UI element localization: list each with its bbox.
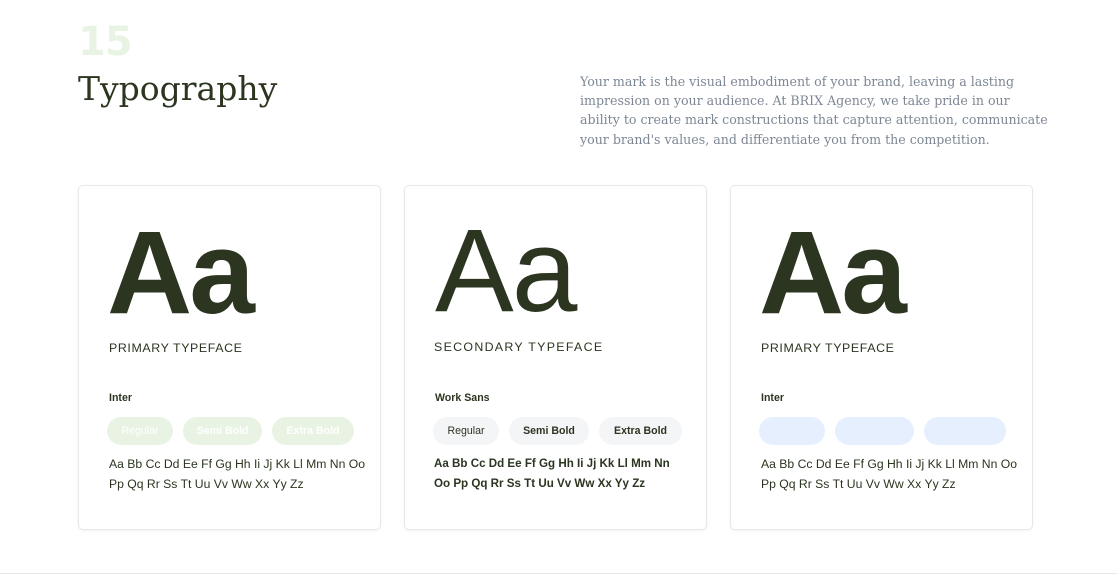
weight-semibold-pill: Semi Bold xyxy=(183,417,262,445)
font-weights xyxy=(759,417,1006,445)
alphabet-sample: Aa Bb Cc Dd Ee Ff Gg Hh Ii Jj Kk Ll Mm N… xyxy=(109,457,366,491)
font-name: Work Sans xyxy=(435,392,490,404)
typeface-label: PRIMARY TYPEFACE xyxy=(761,341,895,355)
weight-regular-pill: Regular xyxy=(433,417,499,445)
font-name: Inter xyxy=(761,392,784,404)
font-name: Inter xyxy=(109,392,132,404)
typeface-card-primary-alt: Aa PRIMARY TYPEFACE Inter Aa Bb Cc Dd Ee… xyxy=(730,185,1033,530)
weight-regular-pill xyxy=(759,417,825,445)
page-title: Typography xyxy=(78,69,278,108)
weight-semibold-pill xyxy=(835,417,914,445)
font-weights: Regular Semi Bold Extra Bold xyxy=(433,417,682,445)
intro-paragraph: Your mark is the visual embodiment of yo… xyxy=(580,74,1048,147)
typeface-specimen: Aa xyxy=(435,205,577,337)
typeface-card-secondary: Aa SECONDARY TYPEFACE Work Sans Regular … xyxy=(404,185,707,530)
typeface-specimen: Aa xyxy=(107,207,255,339)
alphabet-sample: Aa Bb Cc Dd Ee Ff Gg Hh Ii Jj Kk Ll Mm N… xyxy=(434,457,670,490)
alphabet-sample: Aa Bb Cc Dd Ee Ff Gg Hh Ii Jj Kk Ll Mm N… xyxy=(761,457,1018,491)
typeface-specimen: Aa xyxy=(759,207,907,339)
weight-extrabold-pill: Extra Bold xyxy=(599,417,682,445)
weight-extrabold-pill: Extra Bold xyxy=(272,417,354,445)
weight-regular-pill: Regular xyxy=(107,417,173,445)
font-weights: Regular Semi Bold Extra Bold xyxy=(107,417,354,445)
weight-extrabold-pill xyxy=(924,417,1006,445)
page-number: 15 xyxy=(78,19,133,65)
weight-semibold-pill: Semi Bold xyxy=(509,417,589,445)
typeface-label: SECONDARY TYPEFACE xyxy=(434,340,604,354)
bottom-divider xyxy=(0,573,1117,574)
typeface-label: PRIMARY TYPEFACE xyxy=(109,341,243,355)
typeface-card-primary: Aa PRIMARY TYPEFACE Inter Regular Semi B… xyxy=(78,185,381,530)
